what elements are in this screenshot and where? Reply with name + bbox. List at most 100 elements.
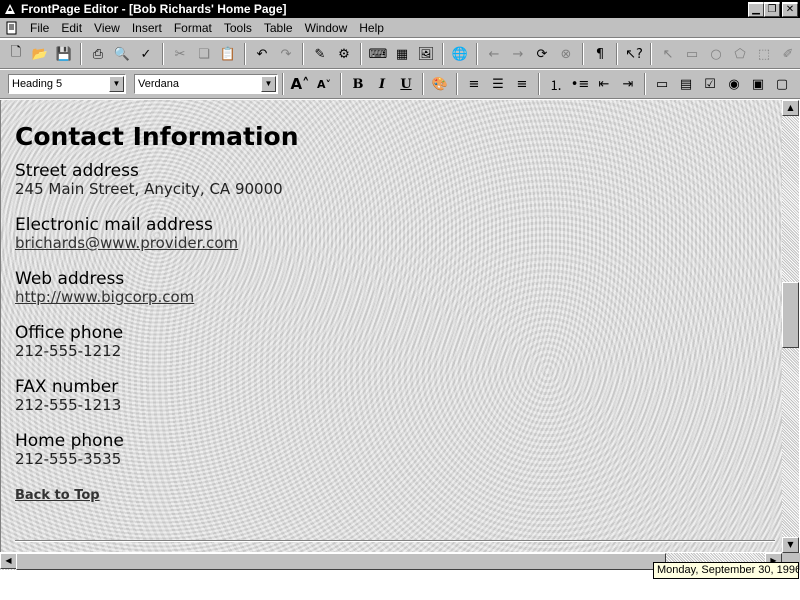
doc-minimize-button[interactable]: ▁ xyxy=(748,3,764,17)
document-window-controls: ▁ ❐ ✕ xyxy=(748,3,798,17)
chevron-down-icon[interactable]: ▼ xyxy=(109,76,124,92)
print-icon[interactable]: ⎙ xyxy=(87,43,109,65)
date-tooltip: Monday, September 30, 1996 xyxy=(653,562,799,579)
insert-image-icon[interactable]: 🖼 xyxy=(415,43,437,65)
one-line-text-box-icon[interactable]: ▭ xyxy=(651,73,673,95)
to-do-list-icon[interactable]: ✎ xyxy=(309,43,331,65)
contact-field-street: Street address 245 Main Street, Anycity,… xyxy=(15,162,782,198)
contact-field-web: Web address http://www.bigcorp.com xyxy=(15,270,782,306)
toolbar-separator xyxy=(476,43,478,65)
save-icon[interactable]: 💾 xyxy=(53,43,75,65)
vertical-scroll-thumb[interactable] xyxy=(782,282,799,348)
menu-bar: File Edit View Insert Format Tools Table… xyxy=(0,3,800,38)
decrease-indent-icon[interactable]: ⇤ xyxy=(593,73,615,95)
align-right-icon[interactable]: ≡ xyxy=(511,73,533,95)
menu-tools[interactable]: Tools xyxy=(218,21,258,35)
doc-close-button[interactable]: ✕ xyxy=(782,3,798,17)
forward-arrow-icon[interactable]: → xyxy=(507,43,529,65)
toolbar-separator xyxy=(456,73,458,95)
toolbar-separator xyxy=(442,43,444,65)
field-value: 245 Main Street, Anycity, CA 90000 xyxy=(15,180,283,198)
highlight-hotspots-icon[interactable]: ⬚ xyxy=(753,43,775,65)
menu-file[interactable]: File xyxy=(24,21,55,35)
page-heading: Contact Information xyxy=(15,122,299,151)
back-arrow-icon[interactable]: ← xyxy=(483,43,505,65)
contact-field-office-phone: Office phone 212-555-1212 xyxy=(15,324,782,360)
stop-icon[interactable]: ⊗ xyxy=(555,43,577,65)
checkbox-icon[interactable]: ☑ xyxy=(699,73,721,95)
decrease-text-size-icon[interactable]: A˅ xyxy=(313,73,335,95)
push-button-icon[interactable]: ▢ xyxy=(771,73,793,95)
print-preview-icon[interactable]: 🔍 xyxy=(111,43,133,65)
italic-icon[interactable]: I xyxy=(371,73,393,95)
increase-text-size-icon[interactable]: A˄ xyxy=(289,73,311,95)
menu-format[interactable]: Format xyxy=(168,21,218,35)
numbered-list-icon[interactable]: ⒈ xyxy=(545,73,567,95)
vertical-scrollbar[interactable]: ▲ ▼ xyxy=(782,100,799,553)
redo-icon[interactable]: ↷ xyxy=(275,43,297,65)
drop-down-menu-icon[interactable]: ▣ xyxy=(747,73,769,95)
chevron-down-icon[interactable]: ▼ xyxy=(261,76,276,92)
horizontal-scroll-thumb[interactable] xyxy=(16,553,666,570)
cut-icon[interactable]: ✂ xyxy=(169,43,191,65)
scroll-left-icon[interactable]: ◀ xyxy=(0,553,17,569)
scroll-up-icon[interactable]: ▲ xyxy=(782,100,799,116)
field-value: 212-555-3535 xyxy=(15,450,122,468)
editor-canvas[interactable]: Contact Information Street address 245 M… xyxy=(0,100,782,552)
toolbar-separator xyxy=(244,43,246,65)
polygon-hotspot-icon[interactable]: ⬠ xyxy=(729,43,751,65)
doc-restore-button[interactable]: ❐ xyxy=(764,3,780,17)
align-center-icon[interactable]: ☰ xyxy=(487,73,509,95)
menu-insert[interactable]: Insert xyxy=(126,21,168,35)
menu-help[interactable]: Help xyxy=(353,21,390,35)
field-value: 212-555-1212 xyxy=(15,342,122,360)
document-icon[interactable] xyxy=(4,20,20,36)
scrolling-text-box-icon[interactable]: ▤ xyxy=(675,73,697,95)
pointer-icon[interactable]: ↖ xyxy=(657,43,679,65)
menu-edit[interactable]: Edit xyxy=(55,21,88,35)
insert-form-field-icon[interactable]: ⌨ xyxy=(367,43,389,65)
web-address-link[interactable]: http://www.bigcorp.com xyxy=(15,288,782,306)
copy-icon[interactable]: ❏ xyxy=(193,43,215,65)
scroll-down-icon[interactable]: ▼ xyxy=(782,537,799,553)
spelling-icon[interactable]: ✓ xyxy=(135,43,157,65)
paragraph-style-value: Heading 5 xyxy=(12,78,63,90)
back-to-top-link[interactable]: Back to Top xyxy=(15,488,100,503)
horizontal-rule xyxy=(15,540,775,542)
frontpage-app-icon[interactable] xyxy=(3,2,17,16)
insert-table-icon[interactable]: ▦ xyxy=(391,43,413,65)
help-pointer-icon[interactable]: ↖? xyxy=(623,43,645,65)
make-transparent-icon[interactable]: ✐ xyxy=(777,43,799,65)
font-select[interactable]: Verdana ▼ xyxy=(134,74,278,94)
bulleted-list-icon[interactable]: •≡ xyxy=(569,73,591,95)
paragraph-style-select[interactable]: Heading 5 ▼ xyxy=(8,74,126,94)
field-label: Electronic mail address xyxy=(15,215,213,235)
menu-view[interactable]: View xyxy=(88,21,126,35)
toolbar-separator xyxy=(538,73,540,95)
field-value: 212-555-1213 xyxy=(15,396,122,414)
open-folder-icon[interactable]: 📂 xyxy=(29,43,51,65)
paste-icon[interactable]: 📋 xyxy=(217,43,239,65)
refresh-icon[interactable]: ⟳ xyxy=(531,43,553,65)
align-left-icon[interactable]: ≡ xyxy=(463,73,485,95)
field-label: Web address xyxy=(15,269,125,289)
menu-window[interactable]: Window xyxy=(299,21,354,35)
font-value: Verdana xyxy=(138,78,179,90)
bold-icon[interactable]: B xyxy=(347,73,369,95)
standard-toolbar: 🗋 📂 💾 ⎙ 🔍 ✓ ✂ ❏ 📋 ↶ ↷ ✎ ⚙ ⌨ ▦ 🖼 🌐 ← → ⟳ … xyxy=(0,39,800,69)
circle-hotspot-icon[interactable]: ○ xyxy=(705,43,727,65)
rectangle-hotspot-icon[interactable]: ▭ xyxy=(681,43,703,65)
increase-indent-icon[interactable]: ⇥ xyxy=(617,73,639,95)
show-formatting-marks-icon[interactable]: ¶ xyxy=(589,43,611,65)
new-page-icon[interactable]: 🗋 xyxy=(5,43,27,65)
toolbar-separator xyxy=(282,73,284,95)
undo-icon[interactable]: ↶ xyxy=(251,43,273,65)
radio-button-icon[interactable]: ◉ xyxy=(723,73,745,95)
underline-icon[interactable]: U xyxy=(395,73,417,95)
text-color-icon[interactable]: 🎨 xyxy=(429,73,451,95)
email-link[interactable]: brichards@www.provider.com xyxy=(15,234,782,252)
insert-webbot-icon[interactable]: ⚙ xyxy=(333,43,355,65)
create-hyperlink-icon[interactable]: 🌐 xyxy=(449,43,471,65)
menu-table[interactable]: Table xyxy=(258,21,299,35)
window-title: FrontPage Editor - [Bob Richards' Home P… xyxy=(21,2,287,16)
